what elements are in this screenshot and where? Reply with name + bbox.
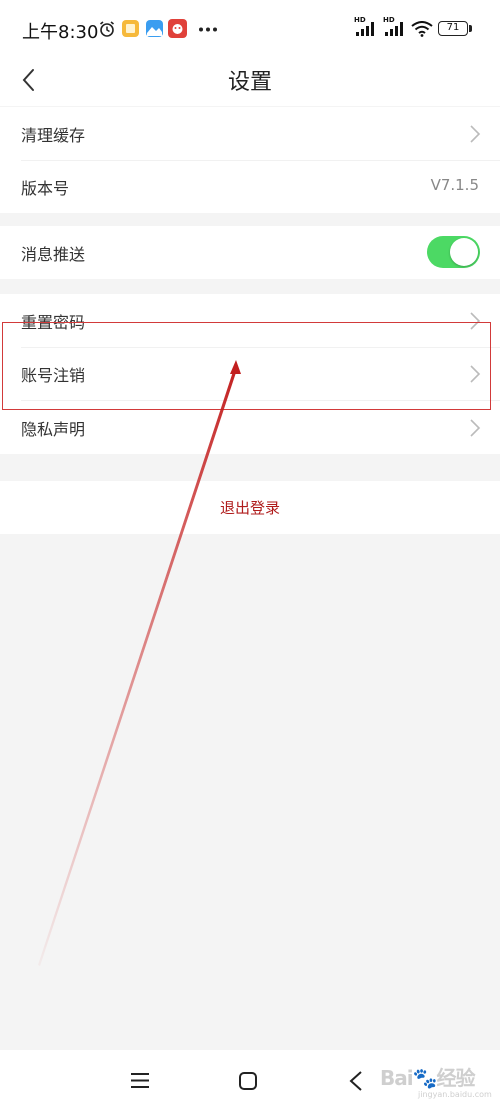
watermark-logo: Bai🐾经验 xyxy=(380,1066,476,1090)
watermark-url: jingyan.baidu.com xyxy=(418,1090,492,1099)
menu-icon[interactable] xyxy=(130,1072,150,1089)
annotation-arrow xyxy=(38,360,241,966)
back-triangle-icon[interactable] xyxy=(348,1070,364,1092)
home-square-icon[interactable] xyxy=(238,1071,258,1091)
